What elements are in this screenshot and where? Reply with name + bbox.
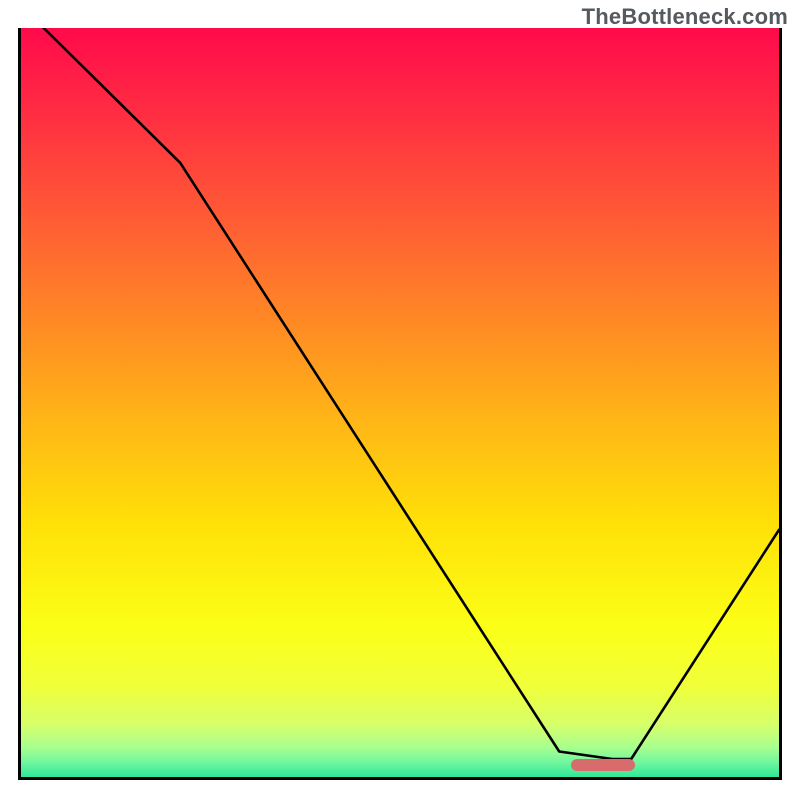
chart-container: TheBottleneck.com [0,0,800,800]
bottleneck-curve [21,28,779,777]
watermark-text: TheBottleneck.com [582,4,788,30]
plot-area [18,28,782,780]
optimal-range-marker [571,759,635,771]
